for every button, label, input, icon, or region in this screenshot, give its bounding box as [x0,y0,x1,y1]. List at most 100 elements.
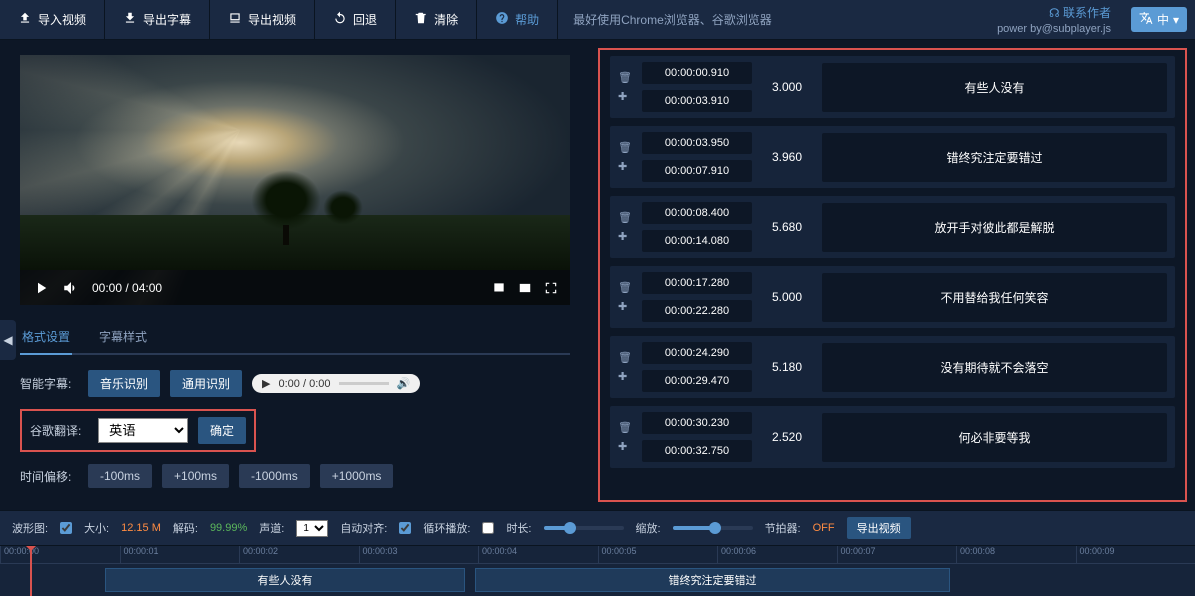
sub-text[interactable]: 不用替给我任何笑容 [822,273,1167,322]
bottom-panel: 波形图: 大小: 12.15 M 解码: 99.99% 声道: 1 自动对齐: … [0,510,1195,596]
delete-sub-icon[interactable]: 🗑 [618,421,632,434]
volume-button[interactable] [62,279,80,297]
size-value: 12.15 M [121,522,161,534]
timeline[interactable]: 00:00:00 00:00:01 00:00:02 00:00:03 00:0… [0,546,1195,596]
help-label: 帮助 [515,11,539,28]
add-sub-icon[interactable]: ✚ [618,160,632,173]
sub-text[interactable]: 有些人没有 [822,63,1167,112]
add-sub-icon[interactable]: ✚ [618,300,632,313]
sub-end-time[interactable]: 00:00:29.470 [642,370,752,392]
import-video-button[interactable]: 导入视频 [0,0,105,39]
delete-sub-icon[interactable]: 🗑 [618,71,632,84]
sub-text[interactable]: 何必非要等我 [822,413,1167,462]
delete-sub-icon[interactable]: 🗑 [618,211,632,224]
music-recognition-button[interactable]: 音乐识别 [88,370,160,397]
sub-start-time[interactable]: 00:00:00.910 [642,62,752,84]
sub-end-time[interactable]: 00:00:07.910 [642,160,752,182]
waveform-checkbox[interactable] [60,522,72,534]
subtitle-row[interactable]: 🗑✚00:00:30.23000:00:32.7502.520何必非要等我 [610,406,1175,468]
export-subtitle-button[interactable]: 导出字幕 [105,0,210,39]
timeline-tick: 00:00:01 [120,546,240,563]
tab-style[interactable]: 字幕样式 [97,320,149,353]
export-video-button[interactable]: 导出视频 [210,0,315,39]
delete-sub-icon[interactable]: 🗑 [618,281,632,294]
language-selector[interactable]: 中 ▾ [1131,7,1187,32]
video-time: 00:00 / 04:00 [92,281,162,295]
timeline-subtitle-block[interactable]: 有些人没有 [105,568,465,592]
contact-link[interactable]: ☊ 联系作者 [1049,4,1111,21]
timeline-tick: 00:00:07 [837,546,957,563]
timeline-tick: 00:00:06 [717,546,837,563]
general-recognition-button[interactable]: 通用识别 [170,370,242,397]
loop-label: 循环播放: [423,520,470,536]
fullscreen-icon[interactable] [544,281,558,295]
smart-subtitle-row: 智能字幕: 音乐识别 通用识别 ▶ 0:00 / 0:00 🔊 [20,370,570,397]
help-icon [495,11,509,28]
sub-end-time[interactable]: 00:00:32.750 [642,440,752,462]
offset-minus-1000-button[interactable]: -1000ms [239,464,310,488]
subtitle-row[interactable]: 🗑✚00:00:08.40000:00:14.0805.680放开手对彼此都是解… [610,196,1175,258]
sub-text[interactable]: 放开手对彼此都是解脱 [822,203,1167,252]
subtitle-row[interactable]: 🗑✚00:00:24.29000:00:29.4705.180没有期待就不会落空 [610,336,1175,398]
smart-label: 智能字幕: [20,375,78,392]
volume-mini-icon[interactable]: 🔊 [397,377,411,390]
sub-text[interactable]: 错终究注定要错过 [822,133,1167,182]
add-sub-icon[interactable]: ✚ [618,90,632,103]
add-sub-icon[interactable]: ✚ [618,230,632,243]
undo-label: 回退 [353,11,377,28]
play-mini-icon[interactable]: ▶ [262,377,270,390]
subtitle-toggle-icon[interactable] [492,281,506,295]
offset-minus-100-button[interactable]: -100ms [88,464,152,488]
metronome-value[interactable]: OFF [813,522,835,534]
sub-start-time[interactable]: 00:00:17.280 [642,272,752,294]
align-checkbox[interactable] [399,522,411,534]
channel-label: 声道: [259,520,284,536]
sub-start-time[interactable]: 00:00:30.230 [642,412,752,434]
export-video-chip[interactable]: 导出视频 [847,517,911,539]
sub-start-time[interactable]: 00:00:03.950 [642,132,752,154]
play-button[interactable] [32,279,50,297]
sub-start-time[interactable]: 00:00:24.290 [642,342,752,364]
sub-end-time[interactable]: 00:00:14.080 [642,230,752,252]
pip-icon[interactable] [518,281,532,295]
collapse-handle[interactable]: ◀ [0,320,16,360]
sub-duration: 3.960 [762,150,812,164]
clear-button[interactable]: 清除 [396,0,477,39]
audio-mini-progress[interactable] [339,382,389,385]
decode-label: 解码: [173,520,198,536]
offset-plus-1000-button[interactable]: +1000ms [320,464,394,488]
sub-end-time[interactable]: 00:00:03.910 [642,90,752,112]
sub-text[interactable]: 没有期待就不会落空 [822,343,1167,392]
export-video-label: 导出视频 [248,11,296,28]
help-button[interactable]: 帮助 [477,0,558,39]
timeline-tick: 00:00:03 [359,546,479,563]
subtitle-row[interactable]: 🗑✚00:00:00.91000:00:03.9103.000有些人没有 [610,56,1175,118]
tab-format[interactable]: 格式设置 [20,320,72,355]
audio-mini-player[interactable]: ▶ 0:00 / 0:00 🔊 [252,374,420,393]
align-label: 自动对齐: [340,520,387,536]
subtitle-row[interactable]: 🗑 ✚ 00:00:03.950 00:00:07.910 3.960 错终究注定要错过 [610,126,1175,188]
add-sub-icon[interactable]: ✚ [618,370,632,383]
translate-language-select[interactable]: 英语 [98,418,188,443]
sub-end-time[interactable]: 00:00:22.280 [642,300,752,322]
bottom-settings-row: 波形图: 大小: 12.15 M 解码: 99.99% 声道: 1 自动对齐: … [0,511,1195,546]
delete-sub-icon[interactable]: 🗑 [618,351,632,364]
sub-start-time[interactable]: 00:00:08.400 [642,202,752,224]
sub-duration: 5.000 [762,290,812,304]
timeline-tick: 00:00:04 [478,546,598,563]
translate-confirm-button[interactable]: 确定 [198,417,246,444]
undo-button[interactable]: 回退 [315,0,396,39]
timeline-subtitle-block[interactable]: 错终究注定要错过 [475,568,950,592]
channel-select[interactable]: 1 [296,520,328,537]
loop-checkbox[interactable] [482,522,494,534]
duration-slider[interactable] [544,526,624,530]
video-player[interactable]: 00:00 / 04:00 [20,55,570,305]
offset-plus-100-button[interactable]: +100ms [162,464,229,488]
subtitle-list: 🗑✚00:00:00.91000:00:03.9103.000有些人没有 🗑✚0… [598,48,1187,502]
add-sub-icon[interactable]: ✚ [618,440,632,453]
zoom-slider[interactable] [673,526,753,530]
video-controls: 00:00 / 04:00 [20,270,570,305]
subtitle-row[interactable]: 🗑 ✚ 00:00:17.280 00:00:22.280 5.000 不用替给我任何笑容 [610,266,1175,328]
translate-icon [1139,11,1153,28]
delete-sub-icon[interactable]: 🗑 [618,141,632,154]
